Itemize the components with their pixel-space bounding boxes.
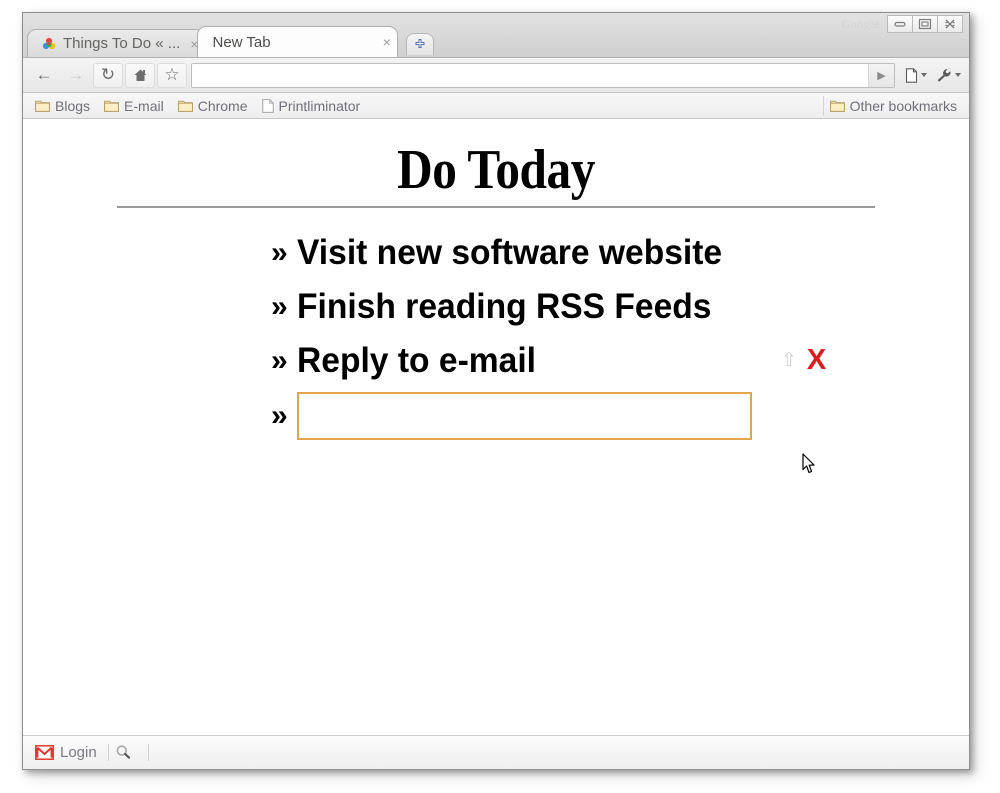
bookmark-label: Chrome <box>197 97 248 114</box>
page-content: Do Today » Visit new software website » … <box>23 119 969 735</box>
todo-item[interactable]: » Finish reading RSS Feeds <box>23 280 969 334</box>
other-bookmarks-button[interactable]: Other bookmarks <box>822 95 963 116</box>
wrench-menu-button[interactable] <box>933 63 963 88</box>
other-bookmarks-label: Other bookmarks <box>849 97 957 114</box>
reload-icon: ↻ <box>100 65 116 84</box>
page-menu-button[interactable] <box>901 63 931 88</box>
reload-button[interactable]: ↻ <box>93 62 123 88</box>
desktop-background: Things To Do « ... × New Tab × Google ← … <box>0 0 1000 793</box>
title-bar: Things To Do « ... × New Tab × Google <box>23 13 969 58</box>
colorful-star-favicon <box>42 37 56 51</box>
home-icon <box>134 69 146 81</box>
gmail-login-button[interactable]: Login <box>31 739 106 765</box>
bookmarks-bar: Blogs E-mail Chrome Printliminator Other… <box>23 93 969 119</box>
status-divider <box>147 743 149 761</box>
tab-close-icon[interactable]: × <box>383 35 391 49</box>
todo-item-label: Finish reading RSS Feeds <box>296 286 712 326</box>
bookmark-email[interactable]: E-mail <box>98 96 170 116</box>
chevron-down-icon <box>921 73 927 77</box>
address-input[interactable] <box>192 63 868 87</box>
maximize-icon <box>918 18 932 30</box>
bookmark-printliminator[interactable]: Printliminator <box>256 96 367 116</box>
forward-arrow-icon: → <box>67 65 85 84</box>
wrench-icon <box>937 68 950 82</box>
folder-icon <box>177 100 193 112</box>
tab-label: Things To Do « ... <box>63 35 181 52</box>
search-icon <box>116 745 130 759</box>
bookmark-label: E-mail <box>124 97 164 114</box>
browser-window: Things To Do « ... × New Tab × Google ← … <box>22 12 970 770</box>
maximize-button[interactable] <box>912 15 938 33</box>
bookmark-label: Blogs <box>55 97 91 114</box>
bookmark-blogs[interactable]: Blogs <box>29 96 96 116</box>
google-watermark: Google <box>841 16 880 31</box>
bookmark-star-button[interactable]: ☆ <box>157 62 187 88</box>
status-bar: Login <box>23 735 969 768</box>
todo-item-hovered[interactable]: » Reply to e-mail ⇧ X <box>23 334 969 388</box>
window-controls: Google <box>842 15 963 33</box>
folder-icon <box>829 100 845 112</box>
close-icon <box>945 19 955 29</box>
todo-item-label: Reply to e-mail <box>296 340 536 380</box>
new-item-row: » <box>23 391 969 440</box>
go-arrow-icon: ▶ <box>877 69 886 82</box>
new-todo-input[interactable] <box>296 391 752 440</box>
plus-icon <box>415 38 425 48</box>
go-button[interactable]: ▶ <box>868 63 894 87</box>
tab-strip: Things To Do « ... × New Tab × <box>27 23 434 57</box>
back-arrow-icon: ← <box>35 65 53 84</box>
tab-new-tab[interactable]: New Tab × <box>197 26 398 57</box>
list-marker-icon: » <box>271 398 288 432</box>
navigation-toolbar: ← → ↻ ☆ ▶ <box>23 58 969 93</box>
folder-icon <box>35 100 50 112</box>
todo-item-label: Visit new software website <box>296 232 722 272</box>
mouse-cursor <box>802 453 815 474</box>
list-marker-icon: » <box>271 235 288 269</box>
page-icon <box>905 67 918 83</box>
list-marker-icon: » <box>271 343 288 377</box>
status-divider <box>107 743 109 761</box>
address-bar[interactable]: ▶ <box>191 62 895 88</box>
bookmark-label: Printliminator <box>278 97 361 114</box>
todo-item[interactable]: » Visit new software website <box>23 226 969 280</box>
forward-button[interactable]: → <box>61 63 91 88</box>
gmail-login-label: Login <box>60 743 97 761</box>
star-icon: ☆ <box>164 65 180 84</box>
todo-list: » Visit new software website » Finish re… <box>23 208 969 388</box>
move-up-icon[interactable]: ⇧ <box>781 351 797 370</box>
list-marker-icon: » <box>271 289 288 323</box>
minimize-button[interactable] <box>887 15 913 33</box>
bookmark-chrome[interactable]: Chrome <box>172 96 254 116</box>
delete-item-icon[interactable]: X <box>807 346 826 375</box>
page-icon <box>261 98 274 113</box>
page-title: Do Today <box>397 139 595 201</box>
folder-icon <box>104 100 119 112</box>
new-tab-button[interactable] <box>405 33 434 55</box>
gmail-icon <box>35 744 54 760</box>
back-button[interactable]: ← <box>29 63 59 88</box>
minimize-icon <box>894 21 906 27</box>
tab-things-to-do[interactable]: Things To Do « ... × <box>27 29 206 57</box>
search-extension-button[interactable] <box>111 739 146 765</box>
todo-item-controls: ⇧ X <box>781 346 826 375</box>
close-button[interactable] <box>937 15 963 33</box>
chevron-down-icon <box>954 73 961 77</box>
tab-label: New Tab <box>212 33 271 51</box>
home-button[interactable] <box>125 62 155 88</box>
